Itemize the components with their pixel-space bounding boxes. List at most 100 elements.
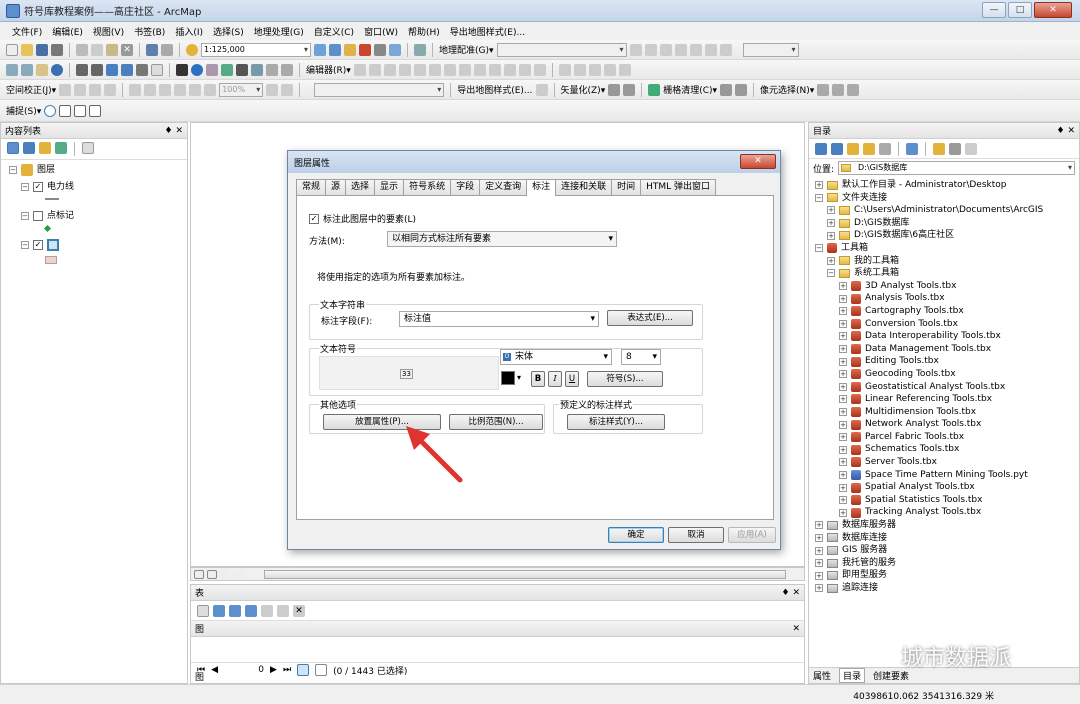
disconnect-folder-icon[interactable] <box>949 142 961 155</box>
auto-adjust-icon[interactable] <box>644 43 657 56</box>
arctoolbox-icon[interactable] <box>359 43 371 56</box>
focus-data-frame-icon[interactable] <box>281 83 294 96</box>
back-extent-icon[interactable] <box>106 63 118 76</box>
reshape-icon[interactable] <box>443 63 456 76</box>
menu-file[interactable]: 文件(F) <box>12 25 42 38</box>
zoom-100-icon[interactable] <box>204 83 217 96</box>
tab-labels[interactable]: 标注 <box>526 179 557 196</box>
catalog-tree-item[interactable]: + 我托管的服务 <box>815 557 1073 570</box>
catalog-tree-item[interactable]: + 即用型服务 <box>815 569 1073 582</box>
editor-toolbar-icon[interactable] <box>314 43 326 56</box>
shift-icon[interactable] <box>674 43 687 56</box>
cancel-button[interactable]: 取消 <box>668 527 724 543</box>
underline-button[interactable]: U <box>565 371 579 387</box>
expand-icon[interactable]: + <box>839 483 847 492</box>
paste-icon[interactable] <box>106 43 118 56</box>
menu-windows[interactable]: 窗口(W) <box>364 25 398 38</box>
expand-icon[interactable]: + <box>839 382 847 391</box>
catalog-tree-item[interactable]: + C:\Users\Administrator\Documents\ArcGIS <box>815 204 1073 217</box>
selected-layer-name[interactable] <box>47 239 59 252</box>
related-tables-icon[interactable] <box>213 604 225 617</box>
catalog-tree-item[interactable]: + Server Tools.tbx <box>815 456 1073 469</box>
editor-menu[interactable]: 编辑器(R)▾ <box>306 63 351 76</box>
forward-extent-icon[interactable] <box>121 63 133 76</box>
toggle-draft-icon[interactable] <box>266 83 279 96</box>
font-dropdown[interactable]: 宋体 <box>500 349 612 365</box>
catalog-tree-item[interactable]: + Network Analyst Tools.tbx <box>815 418 1073 431</box>
layout-zoom-icon[interactable] <box>159 83 172 96</box>
catalog-tree-item[interactable]: + Cartography Tools.tbx <box>815 305 1073 318</box>
select-elements-icon[interactable] <box>176 63 188 76</box>
expand-icon[interactable]: + <box>839 319 847 328</box>
list-by-selection-icon[interactable] <box>55 142 67 154</box>
menu-edit[interactable]: 编辑(E) <box>52 25 83 38</box>
clear-cell-selection-icon[interactable] <box>847 83 860 96</box>
ok-button[interactable]: 确定 <box>608 527 664 543</box>
expand-icon[interactable]: + <box>827 206 835 215</box>
tab-html-popup[interactable]: HTML 弹出窗口 <box>640 179 717 195</box>
expand-icon[interactable]: + <box>839 407 847 416</box>
attribute-grid[interactable] <box>191 637 804 663</box>
edit-annotation-icon[interactable] <box>368 63 381 76</box>
catalog-tree-item[interactable]: + 我的工具箱 <box>815 255 1073 268</box>
point-icon[interactable] <box>413 63 426 76</box>
catalog-tree-item[interactable]: + 默认工作目录 - Administrator\Desktop <box>815 179 1073 192</box>
views-icon[interactable] <box>906 142 918 155</box>
catalog-tree-item[interactable]: +3D Analyst Tools.tbx <box>815 280 1073 293</box>
back-icon[interactable] <box>815 142 827 155</box>
minimize-button[interactable]: — <box>982 2 1006 18</box>
redo-icon[interactable] <box>161 43 173 56</box>
measure-icon[interactable] <box>236 63 248 76</box>
table-tab[interactable]: 图 <box>195 670 204 683</box>
clear-selection-icon[interactable] <box>151 63 163 76</box>
table-pin-close[interactable]: ♦ ✕ <box>782 588 800 598</box>
expand-icon[interactable]: + <box>839 445 847 454</box>
text-tool-icon[interactable] <box>144 83 157 96</box>
layout-view-icon[interactable] <box>207 569 217 579</box>
rotate-edit-icon[interactable] <box>488 63 501 76</box>
expand-icon[interactable]: + <box>815 181 823 190</box>
catalog-tree-item[interactable]: + Data Management Tools.tbx <box>815 343 1073 356</box>
attributes-icon[interactable] <box>503 63 516 76</box>
expand-icon[interactable]: + <box>827 219 835 228</box>
pan-icon[interactable] <box>36 63 48 76</box>
tab-source[interactable]: 源 <box>325 179 347 195</box>
fixed-zoom-out-icon[interactable] <box>91 63 103 76</box>
catalog-window-icon[interactable] <box>344 43 356 56</box>
reset-transform-icon[interactable] <box>719 43 732 56</box>
catalog-tree-item[interactable]: + Linear Referencing Tools.tbx <box>815 393 1073 406</box>
attributes-tab[interactable]: 属性 <box>813 669 831 682</box>
identify-icon[interactable] <box>191 63 203 76</box>
expand-icon[interactable]: + <box>839 458 847 467</box>
undo-icon[interactable] <box>146 43 158 56</box>
expand-icon[interactable]: + <box>815 533 823 542</box>
edge-snapping-icon[interactable] <box>89 104 102 117</box>
zoom-out-icon[interactable] <box>21 63 33 76</box>
print-icon[interactable] <box>51 43 63 56</box>
zoom-to-selected-icon[interactable] <box>277 604 289 617</box>
validate-icon[interactable] <box>573 63 586 76</box>
topology-icon[interactable] <box>558 63 571 76</box>
toc-layer-row[interactable]: − 点标记 <box>9 210 179 223</box>
scale-icon[interactable] <box>689 43 702 56</box>
tab-time[interactable]: 时间 <box>611 179 642 195</box>
cut-polygons-icon[interactable] <box>458 63 471 76</box>
tab-selection[interactable]: 选择 <box>345 179 376 195</box>
catalog-tree-item[interactable]: + Conversion Tools.tbx <box>815 318 1073 331</box>
tab-fields[interactable]: 字段 <box>450 179 481 195</box>
expand-icon[interactable]: + <box>839 395 847 404</box>
spatial-adjustment-menu[interactable]: 空间校正(J)▾ <box>6 83 56 96</box>
expand-icon[interactable]: + <box>839 332 847 341</box>
maximize-button[interactable]: □ <box>1008 2 1032 18</box>
expand-icon[interactable]: + <box>815 559 823 568</box>
open-folder-icon[interactable] <box>21 43 33 56</box>
select-features-icon[interactable] <box>136 63 148 76</box>
add-control-points-icon[interactable] <box>629 43 642 56</box>
link-table-icon[interactable] <box>704 43 717 56</box>
straight-segment-icon[interactable] <box>383 63 396 76</box>
layer-target-combo[interactable] <box>314 82 445 97</box>
expand-icon[interactable]: + <box>827 231 835 240</box>
expand-icon[interactable]: + <box>839 470 847 479</box>
table-options-icon[interactable] <box>197 604 209 617</box>
shared-features-icon[interactable] <box>618 63 631 76</box>
